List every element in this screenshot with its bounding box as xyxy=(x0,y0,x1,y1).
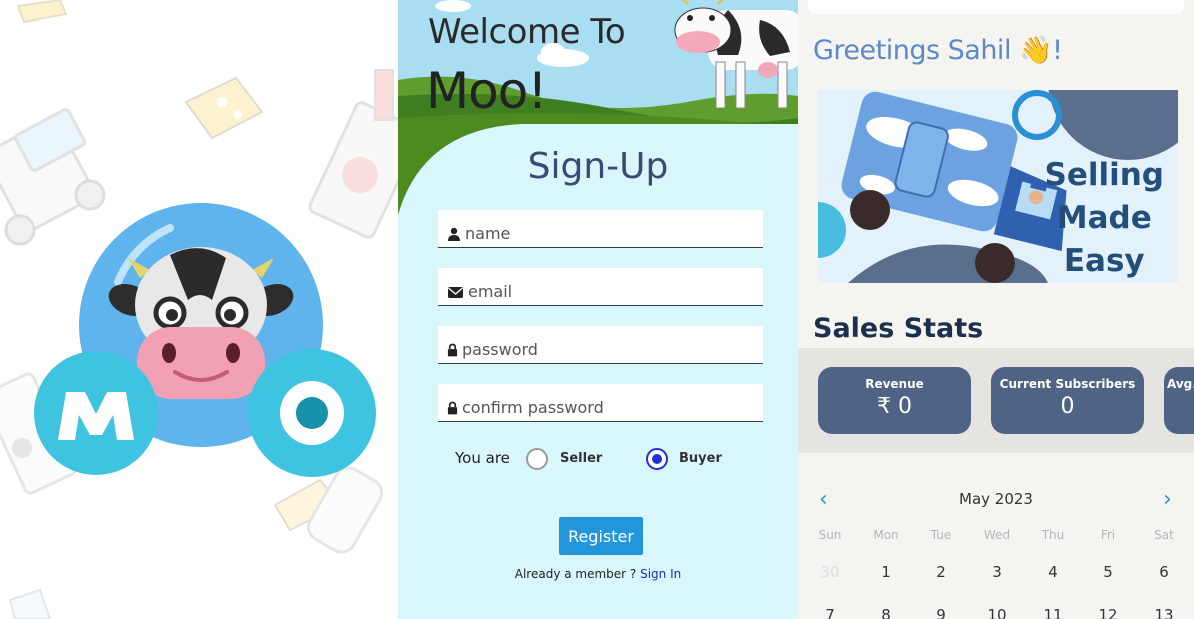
email-field[interactable] xyxy=(438,268,763,306)
calendar-day: 30 xyxy=(820,563,840,581)
weekday-tue: Tue xyxy=(930,528,952,542)
subscribers-value: 0 xyxy=(1060,394,1075,419)
lock-icon xyxy=(447,401,458,415)
letter-m-bubble xyxy=(34,351,158,475)
register-button[interactable]: Register xyxy=(559,517,643,555)
name-input[interactable] xyxy=(465,224,745,243)
seller-radio[interactable] xyxy=(526,448,548,470)
calendar-day[interactable]: 11 xyxy=(1033,606,1073,619)
password-field[interactable] xyxy=(438,326,763,364)
buyer-label: Buyer xyxy=(679,451,722,466)
email-input[interactable] xyxy=(468,282,748,301)
sign-in-link[interactable]: Sign In xyxy=(640,567,681,581)
calendar-day[interactable]: 8 xyxy=(866,606,906,619)
banner-line-2: Made xyxy=(1056,200,1152,236)
buyer-radio[interactable] xyxy=(646,448,668,470)
calendar-day[interactable]: 3 xyxy=(977,563,1017,581)
calendar-day[interactable]: 5 xyxy=(1088,563,1128,581)
calendar-day[interactable]: 2 xyxy=(921,563,961,581)
calendar-day[interactable]: 9 xyxy=(921,606,961,619)
banner-slogan: Selling Made Easy xyxy=(1045,154,1165,283)
weekday-sun: Sun xyxy=(818,528,842,542)
calendar-day[interactable]: 4 xyxy=(1033,563,1073,581)
dashboard-screen: Greetings Sahil 👋! Selling Made Easy Sal… xyxy=(798,0,1194,619)
calendar-month: May 2023 xyxy=(959,490,1033,508)
calendar-day[interactable]: 10 xyxy=(977,606,1017,619)
screenshot-collage: Welcome To Moo! Sign-Up You are Seller B… xyxy=(0,0,1194,619)
weekday-sat: Sat xyxy=(1154,528,1174,542)
confirm-password-field[interactable] xyxy=(438,384,763,422)
lock-icon xyxy=(447,343,458,357)
splash-screen xyxy=(0,0,398,619)
subscribers-card[interactable]: Current Subscribers 0 xyxy=(991,367,1144,434)
envelope-icon xyxy=(448,287,463,298)
weekday-mon: Mon xyxy=(873,528,899,542)
welcome-heading: Welcome To xyxy=(428,12,626,52)
calendar-day[interactable]: 7 xyxy=(810,606,850,619)
seller-label: Seller xyxy=(560,451,603,466)
signup-title: Sign-Up xyxy=(527,146,669,187)
sales-stats-title: Sales Stats xyxy=(813,313,984,344)
banner-line-3: Easy xyxy=(1063,243,1145,279)
banner-line-1: Selling xyxy=(1044,157,1165,193)
moo-logo xyxy=(34,203,376,477)
name-field[interactable] xyxy=(438,210,763,248)
calendar-day[interactable]: 1 xyxy=(866,563,906,581)
already-member-text: Already a member ? Sign In xyxy=(398,567,798,581)
subscribers-label: Current Subscribers xyxy=(999,377,1136,391)
user-icon xyxy=(448,227,460,241)
letter-o-bubble xyxy=(248,349,376,477)
app-name-heading: Moo! xyxy=(426,62,547,120)
average-card[interactable]: Avg. xyxy=(1164,367,1194,434)
weekday-wed: Wed xyxy=(983,528,1011,542)
chevron-right-icon[interactable]: › xyxy=(1163,487,1172,512)
calendar-day[interactable]: 6 xyxy=(1144,563,1184,581)
confirm-password-input[interactable] xyxy=(462,398,742,417)
password-input[interactable] xyxy=(462,340,742,359)
weekday-fri: Fri xyxy=(1100,528,1116,542)
average-label: Avg. xyxy=(1167,377,1194,391)
already-member-label: Already a member ? xyxy=(514,567,637,581)
calendar-day[interactable]: 13 xyxy=(1144,606,1184,619)
calendar-day[interactable]: 12 xyxy=(1088,606,1128,619)
revenue-value: ₹ 0 xyxy=(877,394,912,419)
greeting-heading: Greetings Sahil 👋! xyxy=(813,35,1063,66)
weekday-thu: Thu xyxy=(1041,528,1065,542)
top-card xyxy=(808,0,1184,14)
revenue-card[interactable]: Revenue ₹ 0 xyxy=(818,367,971,434)
you-are-label: You are xyxy=(455,449,510,467)
signup-screen: Welcome To Moo! Sign-Up You are Seller B… xyxy=(398,0,798,619)
revenue-label: Revenue xyxy=(865,377,924,391)
